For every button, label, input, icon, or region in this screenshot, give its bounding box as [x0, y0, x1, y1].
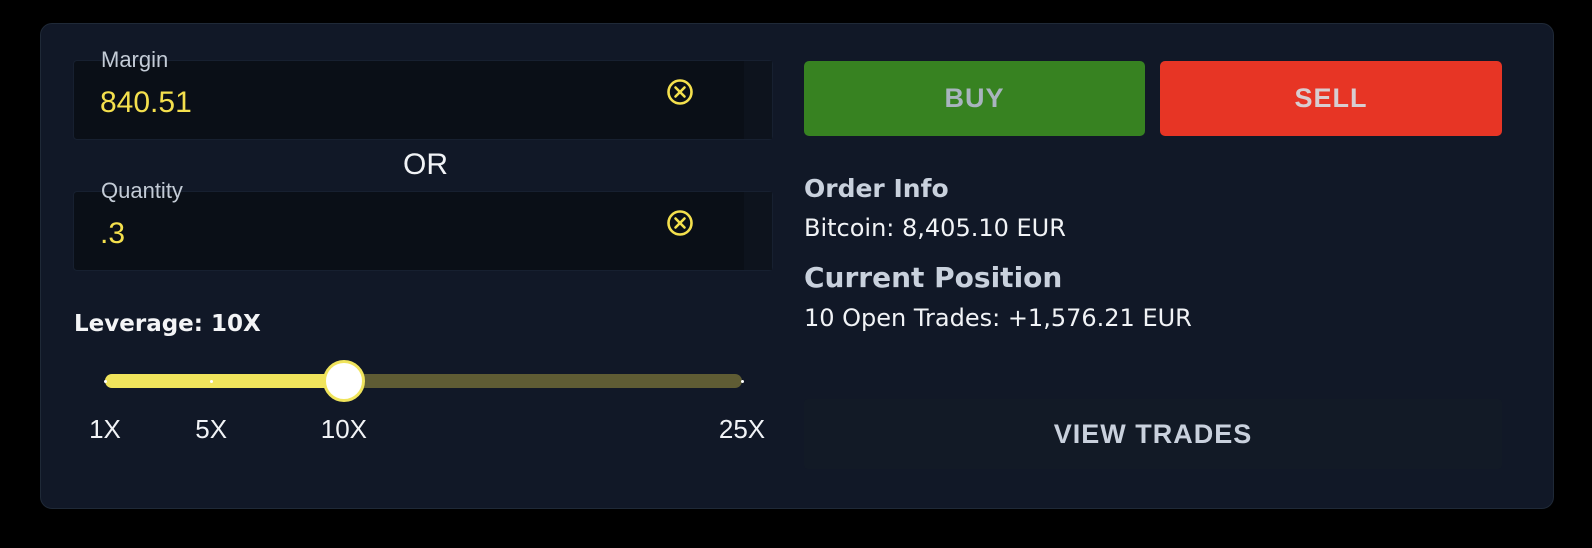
quantity-label: Quantity [101, 178, 183, 203]
leverage-tick-25x[interactable]: 25X [719, 414, 765, 445]
leverage-tick-10x[interactable]: 10X [321, 414, 367, 445]
slider-tick-dot [103, 380, 107, 383]
quantity-field[interactable]: Quantity .3 [73, 178, 773, 271]
margin-label: Margin [101, 47, 169, 72]
trade-panel: Margin 840.51 OR Quantity .3 Leverage: 1… [40, 23, 1554, 509]
current-position-heading: Current Position [804, 261, 1063, 294]
slider-tick-dot [740, 380, 744, 383]
margin-field[interactable]: Margin 840.51 [73, 47, 773, 140]
leverage-tick-5x[interactable]: 5X [195, 414, 227, 445]
leverage-label: Leverage: 10X [74, 311, 261, 337]
leverage-tick-1x[interactable]: 1X [89, 414, 121, 445]
margin-value[interactable]: 840.51 [100, 86, 192, 120]
leverage-slider[interactable] [103, 360, 744, 402]
slider-track-fill [105, 374, 344, 388]
sell-button[interactable]: SELL [1160, 61, 1502, 136]
buy-button[interactable]: BUY [804, 61, 1145, 136]
or-separator: OR [403, 148, 448, 181]
clear-margin-icon[interactable] [666, 78, 694, 106]
slider-tick-dot [209, 380, 213, 383]
slider-thumb[interactable] [322, 360, 365, 402]
quantity-value[interactable]: .3 [100, 217, 125, 251]
current-position-line: 10 Open Trades: +1,576.21 EUR [804, 304, 1192, 332]
view-trades-button[interactable]: VIEW TRADES [804, 399, 1502, 469]
clear-quantity-icon[interactable] [666, 209, 694, 237]
order-info-line: Bitcoin: 8,405.10 EUR [804, 214, 1066, 242]
order-info-heading: Order Info [804, 174, 949, 203]
